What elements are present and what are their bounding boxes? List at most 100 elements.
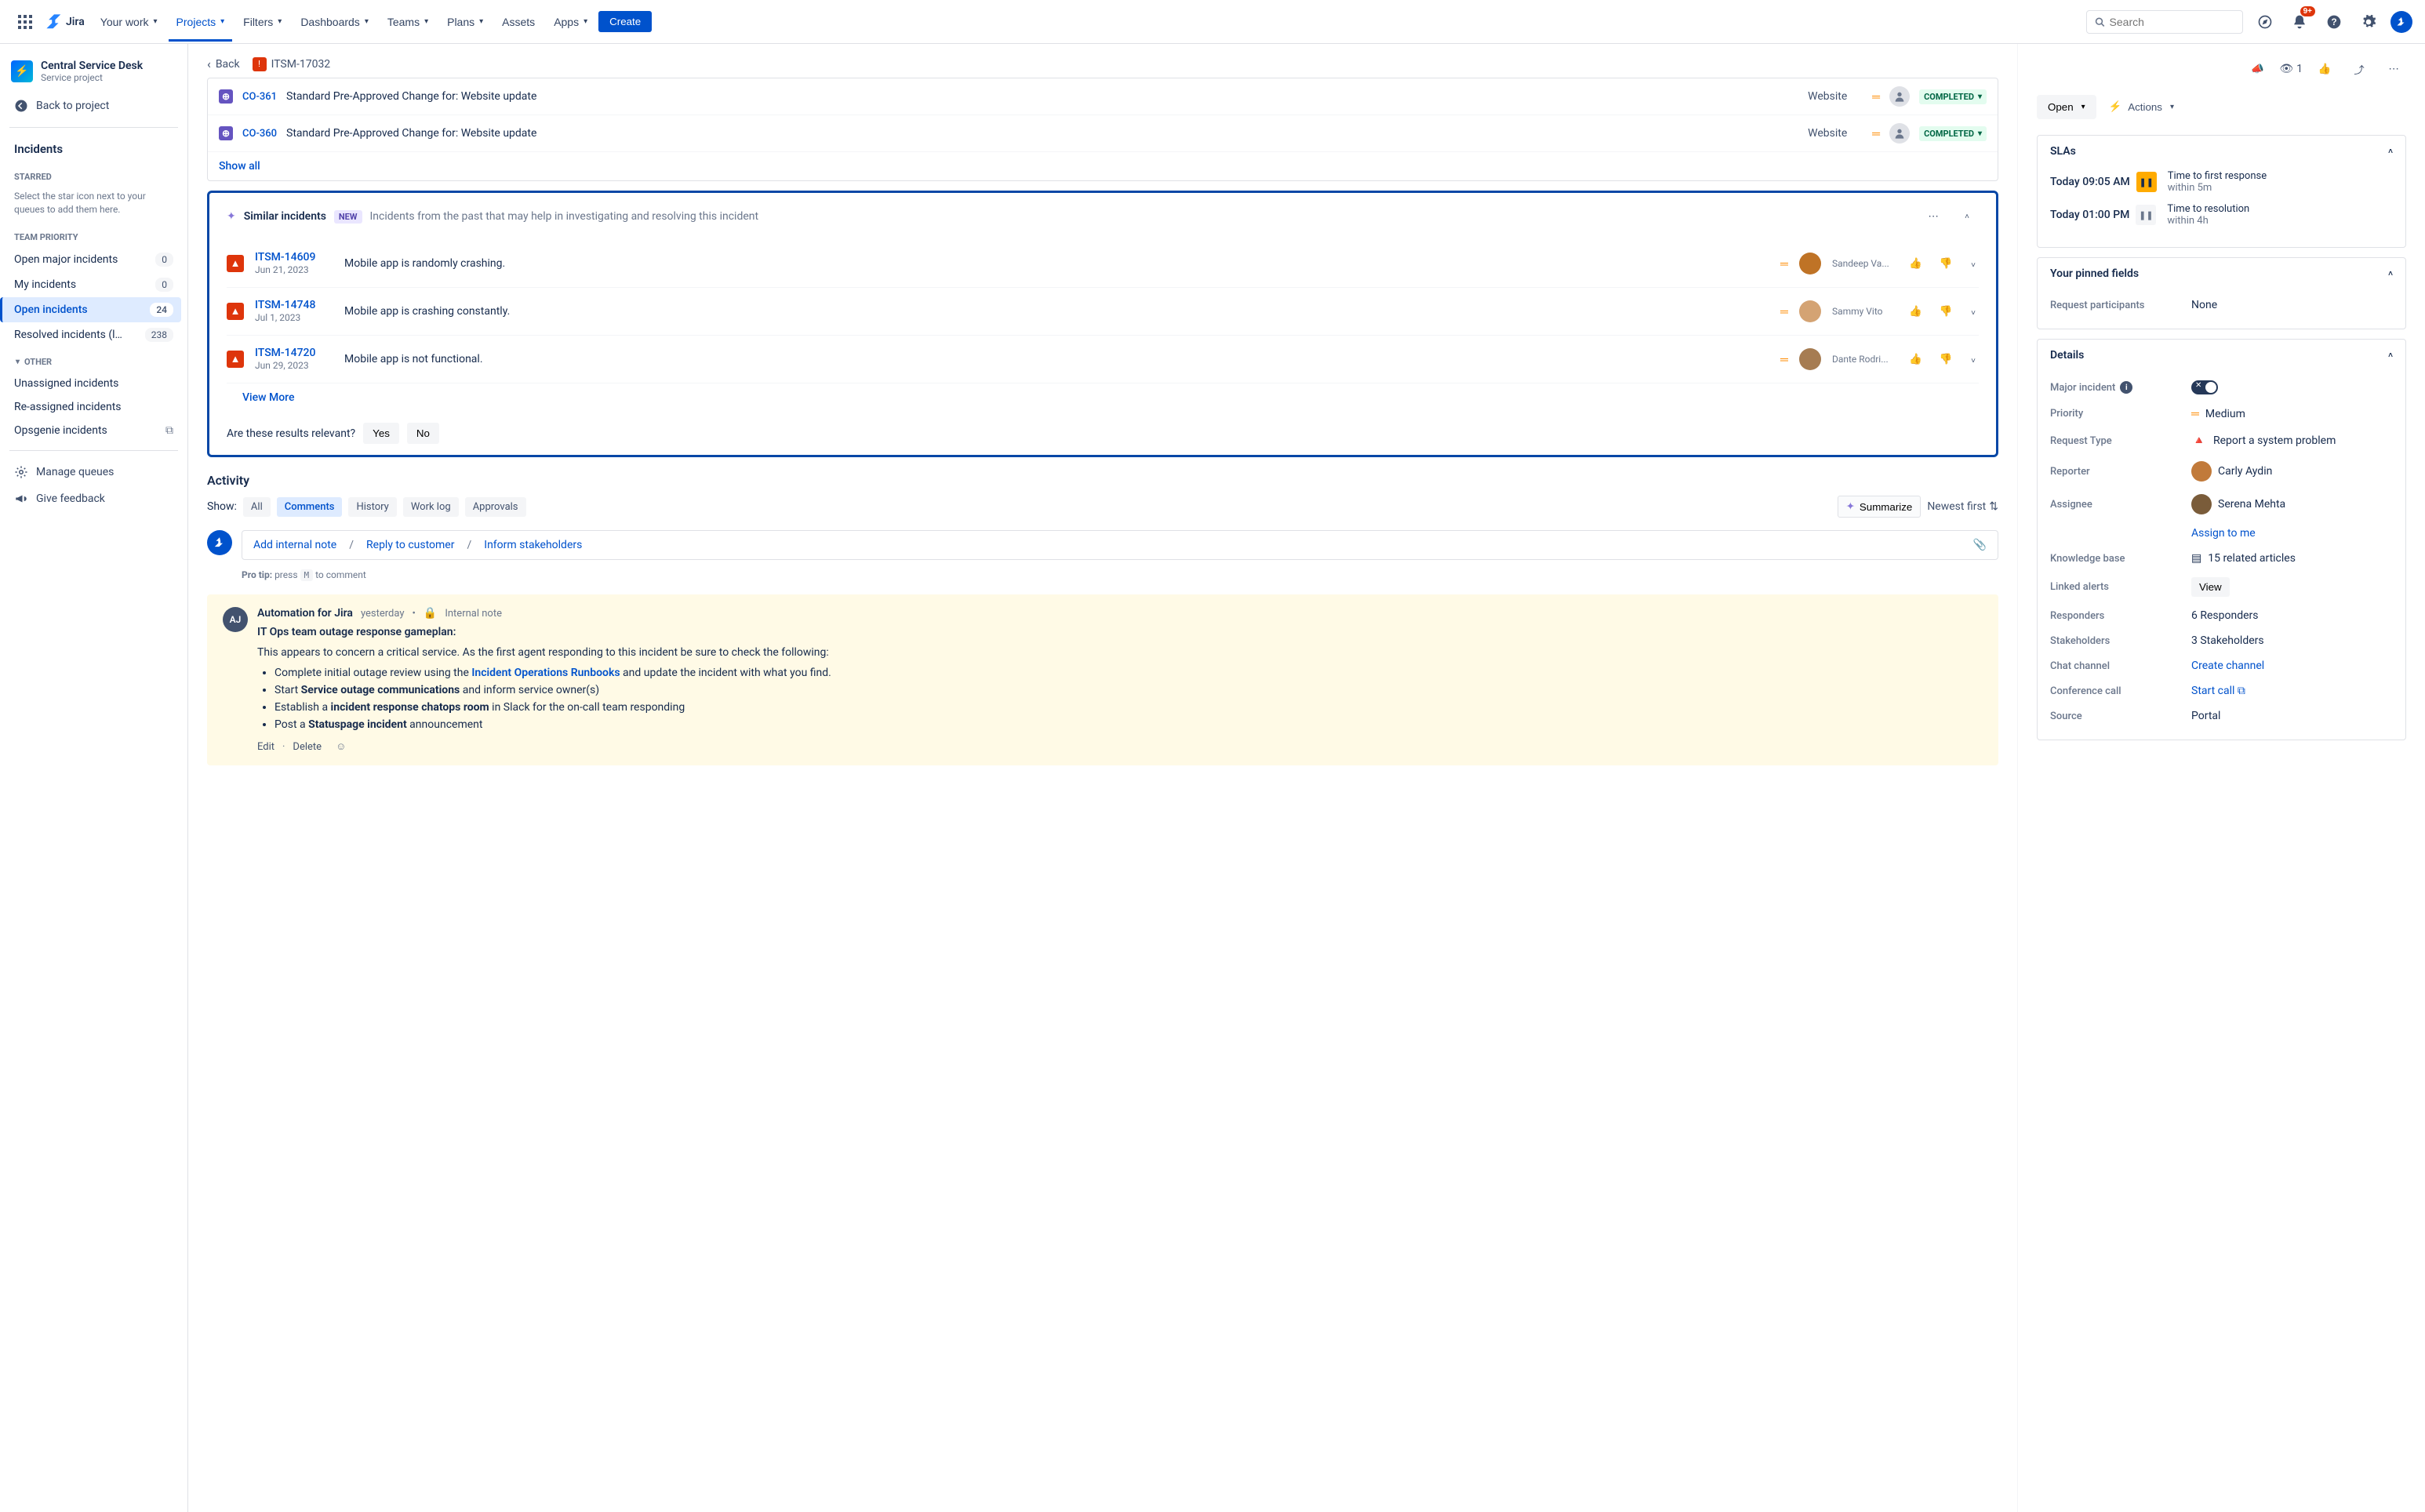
expand-icon[interactable]: ˅ <box>1966 255 1979 273</box>
queue-open-major[interactable]: Open major incidents0 <box>6 247 181 272</box>
tab-approvals[interactable]: Approvals <box>465 497 526 517</box>
nav-filters[interactable]: Filters▾ <box>235 11 289 33</box>
status-badge: COMPLETED▾ <box>1919 89 1987 104</box>
expand-icon[interactable]: ˅ <box>1966 303 1979 321</box>
field-label: Stakeholders <box>2050 635 2191 647</box>
back-to-project[interactable]: Back to project <box>6 93 181 119</box>
queue-open-incidents[interactable]: Open incidents24 <box>0 297 181 322</box>
vote-icon[interactable]: 👍 <box>2312 56 2337 82</box>
thumbs-down-icon[interactable]: 👎 <box>1936 302 1956 321</box>
eye-icon: 👁 <box>2279 63 2293 75</box>
field-label: Request Type <box>2050 435 2191 447</box>
start-call-link[interactable]: Start call ⧉ <box>2191 685 2245 697</box>
edit-comment[interactable]: Edit <box>257 741 274 753</box>
share-icon[interactable]: ⤴ <box>2347 56 2372 82</box>
delete-comment[interactable]: Delete <box>293 741 322 753</box>
reporter-value[interactable]: Carly Aydin <box>2191 461 2393 482</box>
status-dropdown[interactable]: Open▾ <box>2037 95 2096 119</box>
queue-unassigned[interactable]: Unassigned incidents <box>6 372 181 395</box>
sim-key[interactable]: ITSM-14720 <box>255 347 333 359</box>
search-input[interactable] <box>2086 10 2243 34</box>
more-icon[interactable]: ⋯ <box>1921 204 1946 229</box>
actions-dropdown[interactable]: ⚡Actions▾ <box>2106 94 2177 119</box>
queue-opsgenie[interactable]: Opsgenie incidents⧉ <box>6 419 181 442</box>
major-incident-toggle[interactable] <box>2191 380 2218 394</box>
thumbs-down-icon[interactable]: 👎 <box>1936 254 1956 273</box>
kb-value[interactable]: ▤15 related articles <box>2191 552 2393 565</box>
tab-comments[interactable]: Comments <box>277 497 343 517</box>
create-channel-link[interactable]: Create channel <box>2191 660 2264 672</box>
emoji-react-icon[interactable]: ☺ <box>336 740 346 753</box>
manage-queues[interactable]: Manage queues <box>6 459 181 485</box>
runbooks-link[interactable]: Incident Operations Runbooks <box>471 667 620 679</box>
more-icon[interactable]: ⋯ <box>2381 56 2406 82</box>
nav-dashboards[interactable]: Dashboards▾ <box>293 11 376 33</box>
request-type-value[interactable]: 🔺Report a system problem <box>2191 433 2393 449</box>
thumbs-up-icon[interactable]: 👍 <box>1906 302 1925 321</box>
summarize-button[interactable]: ✦Summarize <box>1838 496 1921 518</box>
field-label: Conference call <box>2050 685 2191 697</box>
tab-all[interactable]: All <box>243 497 271 517</box>
right-panel: 📣 👁1 👍 ⤴ ⋯ Open▾ ⚡Actions▾ SLAs˄ Today 0… <box>2017 44 2425 1512</box>
sim-key[interactable]: ITSM-14748 <box>255 299 333 311</box>
field-label: Source <box>2050 711 2191 722</box>
nav-teams[interactable]: Teams▾ <box>380 11 436 33</box>
linked-row[interactable]: ⊕ CO-360 Standard Pre-Approved Change fo… <box>208 115 1998 152</box>
priority-value[interactable]: ═Medium <box>2191 407 2393 420</box>
collapse-icon[interactable]: ˄ <box>1954 204 1979 229</box>
linked-key[interactable]: CO-361 <box>242 91 277 103</box>
nav-your-work[interactable]: Your work▾ <box>93 11 165 33</box>
help-icon[interactable]: ? <box>2321 9 2347 35</box>
attachment-icon[interactable]: 📎 <box>1973 539 1987 551</box>
field-value[interactable]: None <box>2191 299 2393 311</box>
comment-input[interactable]: Add internal note / Reply to customer / … <box>242 530 1998 560</box>
assignee-value[interactable]: Serena Mehta <box>2191 494 2393 514</box>
sim-key[interactable]: ITSM-14609 <box>255 251 333 264</box>
info-icon[interactable]: i <box>2120 381 2132 394</box>
back-link[interactable]: ‹Back <box>207 56 240 71</box>
add-internal-note-link[interactable]: Add internal note <box>253 539 336 551</box>
feedback-icon[interactable]: 📣 <box>2245 56 2270 82</box>
queue-reassigned[interactable]: Re-assigned incidents <box>6 395 181 419</box>
app-switcher-icon[interactable] <box>13 9 38 35</box>
similar-incidents-panel: ✦ Similar incidents NEW Incidents from t… <box>207 191 1998 457</box>
linked-key[interactable]: CO-360 <box>242 128 277 140</box>
nav-assets[interactable]: Assets <box>494 11 543 33</box>
queue-my-incidents[interactable]: My incidents0 <box>6 272 181 297</box>
settings-icon[interactable] <box>2356 9 2381 35</box>
queue-resolved[interactable]: Resolved incidents (la...238 <box>6 322 181 347</box>
thumbs-up-icon[interactable]: 👍 <box>1906 254 1925 273</box>
expand-icon[interactable]: ˅ <box>1966 351 1979 369</box>
reply-customer-link[interactable]: Reply to customer <box>366 539 454 551</box>
nav-apps[interactable]: Apps▾ <box>546 11 595 33</box>
other-label[interactable]: ▾OTHER <box>6 347 181 372</box>
stakeholders-value[interactable]: 3 Stakeholders <box>2191 634 2393 647</box>
profile-avatar[interactable] <box>2390 11 2412 33</box>
jira-logo[interactable]: Jira <box>41 13 89 31</box>
nav-projects[interactable]: Projects▾ <box>169 2 233 42</box>
relevant-yes-button[interactable]: Yes <box>363 423 399 444</box>
show-all-link[interactable]: Show all <box>219 160 260 173</box>
assign-to-me-link[interactable]: Assign to me <box>2191 527 2256 540</box>
thumbs-up-icon[interactable]: 👍 <box>1906 350 1925 369</box>
top-navigation: Jira Your work▾ Projects▾ Filters▾ Dashb… <box>0 0 2425 44</box>
sort-button[interactable]: Newest first⇅ <box>1927 500 1998 513</box>
discover-icon[interactable] <box>2252 9 2278 35</box>
view-more-link[interactable]: View More <box>242 391 294 404</box>
inform-stakeholders-link[interactable]: Inform stakeholders <box>484 539 582 551</box>
nav-plans[interactable]: Plans▾ <box>439 11 491 33</box>
notifications-icon[interactable]: 9+ <box>2287 9 2312 35</box>
issue-key: ITSM-17032 <box>271 58 331 71</box>
responders-value[interactable]: 6 Responders <box>2191 609 2393 622</box>
relevant-no-button[interactable]: No <box>407 423 439 444</box>
similar-incident-row: ▲ ITSM-14609Jun 21, 2023 Mobile app is r… <box>227 240 1979 288</box>
linked-row[interactable]: ⊕ CO-361 Standard Pre-Approved Change fo… <box>208 78 1998 115</box>
bullet-2: Start Service outage communications and … <box>274 684 1983 696</box>
watchers[interactable]: 👁1 <box>2279 63 2303 75</box>
tab-history[interactable]: History <box>348 497 396 517</box>
tab-worklog[interactable]: Work log <box>403 497 459 517</box>
thumbs-down-icon[interactable]: 👎 <box>1936 350 1956 369</box>
give-feedback[interactable]: Give feedback <box>6 485 181 512</box>
create-button[interactable]: Create <box>598 11 652 32</box>
view-alerts-button[interactable]: View <box>2191 577 2230 597</box>
